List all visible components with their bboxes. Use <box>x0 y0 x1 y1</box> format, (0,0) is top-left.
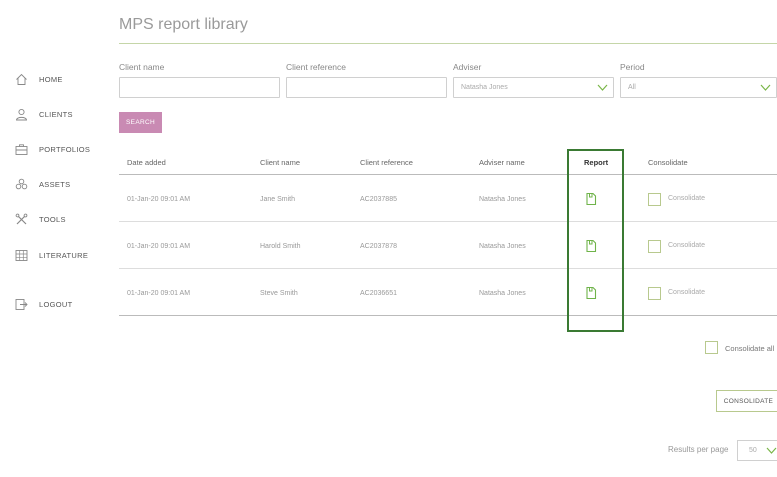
page-title: MPS report library <box>119 16 248 33</box>
sidebar-item-label: LITERATURE <box>39 251 89 260</box>
sidebar-item-literature[interactable]: LITERATURE <box>14 248 88 263</box>
title-divider <box>119 43 777 44</box>
sidebar-nav: HOME CLIENTS PORTFOLIOS ASSETS TOOLS LIT… <box>0 0 110 477</box>
table-bottom-divider <box>119 315 777 316</box>
client-name-label: Client name <box>119 62 165 72</box>
results-per-page-value: 50 <box>749 447 757 454</box>
document-icon[interactable] <box>585 192 597 206</box>
sidebar-item-label: LOGOUT <box>39 300 73 309</box>
sidebar-item-portfolios[interactable]: PORTFOLIOS <box>14 142 90 157</box>
client-name-input[interactable] <box>119 77 280 98</box>
adviser-label: Adviser <box>453 62 482 72</box>
row-divider <box>119 221 777 222</box>
sidebar-item-label: TOOLS <box>39 215 66 224</box>
period-label: Period <box>620 62 645 72</box>
sidebar-item-label: PORTFOLIOS <box>39 145 91 154</box>
home-icon <box>14 72 29 87</box>
results-per-page-label: Results per page <box>668 445 729 454</box>
cell-client-reference: AC2037878 <box>360 243 397 250</box>
sidebar-item-label: ASSETS <box>39 180 71 189</box>
cell-date: 01-Jan-20 09:01 AM <box>127 196 191 203</box>
cell-adviser: Natasha Jones <box>479 196 526 203</box>
consolidate-checkbox[interactable] <box>648 240 661 253</box>
sidebar-item-logout[interactable]: LOGOUT <box>14 297 72 312</box>
cell-client-name: Harold Smith <box>260 243 301 250</box>
table-header-divider <box>119 174 777 175</box>
search-button[interactable]: SEARCH <box>119 112 162 133</box>
sidebar-item-home[interactable]: HOME <box>14 72 63 87</box>
logout-icon <box>14 297 29 312</box>
cell-date: 01-Jan-20 09:01 AM <box>127 243 191 250</box>
cell-client-reference: AC2037885 <box>360 196 397 203</box>
consolidate-all-label: Consolidate all <box>725 344 775 353</box>
column-header-reference[interactable]: Client reference <box>360 158 413 167</box>
consolidate-all-checkbox[interactable] <box>705 341 718 354</box>
user-icon <box>14 107 29 122</box>
consolidate-button[interactable]: CONSOLIDATE <box>716 390 777 412</box>
cell-client-name: Steve Smith <box>260 290 298 297</box>
consolidate-checkbox-label: Consolidate <box>668 195 705 202</box>
book-grid-icon <box>14 248 29 263</box>
column-header-adviser[interactable]: Adviser name <box>479 158 525 167</box>
tools-icon <box>14 212 29 227</box>
chevron-down-icon <box>597 83 608 94</box>
sidebar-item-label: CLIENTS <box>39 110 73 119</box>
client-reference-label: Client reference <box>286 62 347 72</box>
sidebar-item-clients[interactable]: CLIENTS <box>14 107 73 122</box>
client-reference-input[interactable] <box>286 77 447 98</box>
results-per-page-select[interactable]: 50 <box>737 440 777 461</box>
coins-icon <box>14 177 29 192</box>
consolidate-checkbox[interactable] <box>648 287 661 300</box>
consolidate-checkbox-label: Consolidate <box>668 242 705 249</box>
sidebar-item-tools[interactable]: TOOLS <box>14 212 66 227</box>
chevron-down-icon <box>760 83 771 94</box>
sidebar-item-assets[interactable]: ASSETS <box>14 177 70 192</box>
cell-date: 01-Jan-20 09:01 AM <box>127 290 191 297</box>
cell-client-reference: AC2036651 <box>360 290 397 297</box>
period-selected-value: All <box>628 84 636 91</box>
consolidate-checkbox[interactable] <box>648 193 661 206</box>
document-icon[interactable] <box>585 239 597 253</box>
sidebar-item-label: HOME <box>39 75 63 84</box>
consolidate-checkbox-label: Consolidate <box>668 289 705 296</box>
column-header-client[interactable]: Client name <box>260 158 300 167</box>
chevron-down-icon <box>766 446 777 457</box>
column-header-consolidate[interactable]: Consolidate <box>648 158 688 167</box>
period-select[interactable]: All <box>620 77 777 98</box>
cell-client-name: Jane Smith <box>260 196 296 203</box>
column-header-date[interactable]: Date added <box>127 158 166 167</box>
adviser-select[interactable]: Natasha Jones <box>453 77 614 98</box>
cell-adviser: Natasha Jones <box>479 243 526 250</box>
briefcase-icon <box>14 142 29 157</box>
row-divider <box>119 268 777 269</box>
cell-adviser: Natasha Jones <box>479 290 526 297</box>
adviser-selected-value: Natasha Jones <box>461 84 508 91</box>
document-icon[interactable] <box>585 286 597 300</box>
